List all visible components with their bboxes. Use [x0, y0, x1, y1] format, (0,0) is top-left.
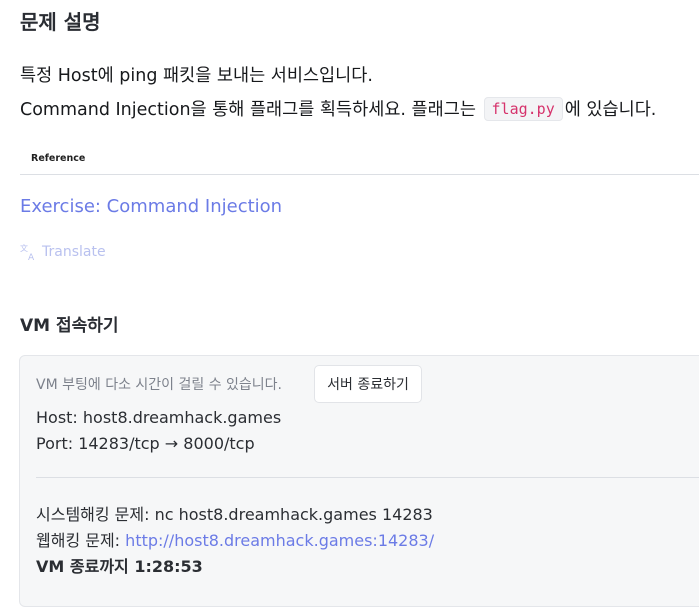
translate-icon: 文 A [20, 243, 35, 261]
description-text-before: Command Injection을 통해 플래그를 획득하세요. 플래그는 [20, 100, 482, 120]
vm-system-command: 시스템해킹 문제: nc host8.dreamhack.games 14283 [36, 505, 433, 524]
svg-text:A: A [28, 253, 35, 261]
description-text-after: 에 있습니다. [564, 100, 657, 120]
vm-web-prefix: 웹해킹 문제: [36, 531, 126, 550]
vm-web-line: 웹해킹 문제: http://host8.dreamhack.games:142… [36, 527, 434, 551]
svg-text:文: 文 [20, 243, 28, 253]
translate-label: Translate [42, 244, 106, 260]
vm-boot-note: VM 부팅에 다소 시간이 걸릴 수 있습니다. [36, 377, 283, 393]
description-line-1: 특정 Host에 ping 패킷을 보내는 서비스입니다. [20, 66, 373, 86]
description-line-2: Command Injection을 통해 플래그를 획득하세요. 플래그는 f… [20, 96, 656, 121]
vm-remaining-time: VM 종료까지 1:28:53 [36, 557, 203, 576]
vm-port: Port: 14283/tcp → 8000/tcp [36, 434, 255, 453]
reference-divider [20, 174, 699, 175]
reference-link[interactable]: Exercise: Command Injection [20, 196, 282, 217]
translate-button[interactable]: 文 A Translate [20, 243, 106, 261]
vm-section-title: VM 접속하기 [20, 316, 119, 336]
reference-tab[interactable]: Reference [31, 153, 85, 164]
vm-divider [36, 477, 699, 478]
flag-file-code: flag.py [483, 97, 563, 121]
stop-server-button[interactable]: 서버 종료하기 [314, 365, 422, 403]
vm-host: Host: host8.dreamhack.games [36, 408, 282, 427]
vm-web-link[interactable]: http://host8.dreamhack.games:14283/ [125, 531, 434, 550]
section-title: 문제 설명 [20, 10, 101, 34]
